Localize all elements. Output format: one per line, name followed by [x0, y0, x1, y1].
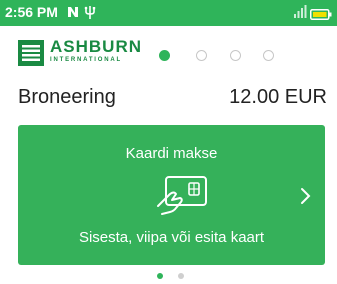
page-dot-2	[178, 273, 184, 279]
logo-name: ASHBURN	[50, 37, 142, 56]
logo-mark-icon	[18, 40, 44, 66]
step-indicator	[159, 50, 279, 64]
signal-icon	[293, 5, 307, 24]
chevron-right-icon	[300, 187, 312, 210]
usb-icon	[84, 5, 96, 25]
step-dot-2	[196, 50, 207, 61]
battery-icon	[310, 7, 332, 25]
card-payment-button[interactable]: Kaardi makse Sisesta, viipa või esita ka…	[18, 125, 325, 265]
status-time: 2:56 PM	[5, 4, 58, 20]
n-icon	[66, 5, 80, 24]
step-dot-3	[230, 50, 241, 61]
page-dot-1	[157, 273, 163, 279]
step-dot-4	[263, 50, 274, 61]
logo-subtitle: INTERNATIONAL	[50, 57, 122, 63]
card-payment-title: Kaardi makse	[125, 145, 218, 162]
booking-label: Broneering	[18, 86, 116, 108]
booking-amount: 12.00 EUR	[229, 86, 327, 108]
card-payment-instruction: Sisesta, viipa või esita kaart	[78, 229, 265, 246]
card-in-hand-icon	[136, 172, 216, 222]
status-bar: 2:56 PM	[0, 0, 337, 26]
step-dot-1	[159, 50, 170, 61]
brand-logo: ASHBURN INTERNATIONAL	[18, 37, 141, 70]
page-indicator	[157, 273, 187, 281]
